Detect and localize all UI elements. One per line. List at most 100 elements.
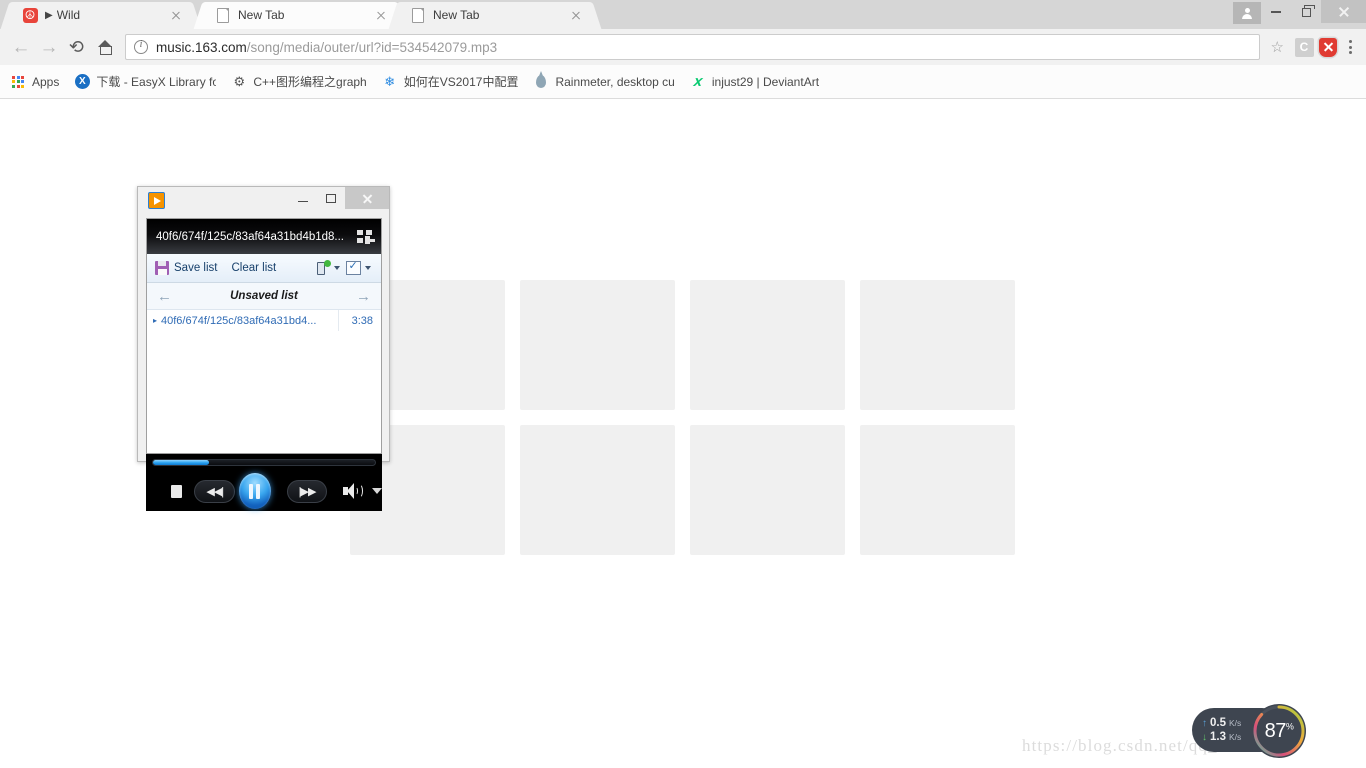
seek-bar[interactable] — [152, 459, 376, 466]
wmp-transport-controls: ◀◀| |▶▶ — [146, 454, 382, 511]
clear-list-button[interactable]: Clear list — [231, 262, 276, 274]
apps-grid-icon — [10, 74, 26, 90]
page-doc-icon — [410, 8, 426, 24]
window-close-button[interactable] — [1321, 0, 1366, 23]
tab-close-button[interactable] — [168, 8, 184, 24]
page-doc-icon — [215, 8, 231, 24]
upload-value: 0.5 — [1210, 717, 1226, 729]
forward-button[interactable]: → — [35, 33, 63, 61]
seek-bar-fill — [153, 460, 209, 465]
row-duration: 3:38 — [351, 314, 373, 327]
floppy-save-icon[interactable] — [155, 261, 169, 275]
tab-title: Wild — [56, 8, 81, 22]
download-arrow-icon: ↓ — [1202, 732, 1207, 743]
list-options-caret-icon[interactable] — [365, 266, 371, 270]
wmp-window-controls — [289, 187, 389, 209]
burn-options-icon[interactable] — [316, 259, 331, 276]
tab-title: New Tab — [433, 8, 480, 22]
back-button[interactable]: ← — [7, 33, 35, 61]
save-list-button[interactable]: Save list — [174, 262, 217, 274]
csdn-icon: ⚙ — [233, 73, 246, 89]
bookmark-deviantart[interactable]: x injust29 | DeviantArt — [690, 70, 827, 94]
wmp-close-button[interactable] — [345, 187, 389, 209]
bookmark-star-icon[interactable]: ☆ — [1265, 38, 1290, 56]
next-track-button[interactable]: |▶▶ — [286, 479, 328, 503]
previous-list-arrow-icon[interactable]: ← — [157, 289, 172, 304]
forward-arrow-icon: → — [39, 36, 59, 58]
placeholder-tile — [690, 425, 845, 555]
extension-c-icon[interactable]: C — [1294, 37, 1314, 57]
playlist-row[interactable]: ▸ 40f6/674f/125c/83af64a31bd4... 3:38 — [147, 310, 381, 331]
browser-tab-1[interactable]: New Tab — [205, 2, 395, 29]
bookmark-label: Apps — [32, 74, 60, 89]
info-circle-icon[interactable] — [134, 39, 148, 54]
upload-arrow-icon: ↑ — [1202, 718, 1207, 729]
playlist-name: Unsaved list — [230, 290, 298, 302]
screen-root: ▶ Wild New Tab New Tab — [0, 0, 1366, 768]
bookmark-rainmeter[interactable]: Rainmeter, desktop cu — [533, 70, 682, 94]
list-options-icon[interactable] — [346, 259, 361, 275]
row-title: 40f6/674f/125c/83af64a31bd4... — [161, 314, 317, 327]
bookmarks-bar: Apps X 下载 - EasyX Library fo ⚙ C++图形编程之g… — [0, 65, 1366, 99]
wmp-playlist: ▸ 40f6/674f/125c/83af64a31bd4... 3:38 — [147, 310, 381, 398]
window-minimize-button[interactable] — [1261, 0, 1291, 24]
reload-button[interactable]: ⟳ — [63, 33, 91, 61]
windows-media-player-window[interactable]: 40f6/674f/125c/83af64a31bd4b1d8... Save … — [137, 186, 390, 511]
window-maximize-button[interactable] — [1291, 0, 1321, 24]
bookmark-easyx[interactable]: X 下载 - EasyX Library fo — [74, 70, 224, 94]
rainmeter-drop-icon — [533, 71, 549, 90]
stop-button[interactable] — [171, 484, 183, 498]
browser-toolbar: ← → ⟳ music.163.com/song/media/outer/url… — [0, 29, 1366, 65]
download-unit: K/s — [1229, 732, 1242, 742]
profile-avatar-button[interactable] — [1233, 2, 1261, 24]
placeholder-tile — [690, 280, 845, 410]
placeholder-tile — [860, 280, 1015, 410]
url-host: music.163.com — [156, 39, 247, 55]
browser-tab-0[interactable]: ▶ Wild — [12, 2, 190, 29]
maximize-icon — [326, 193, 336, 203]
volume-caret-icon[interactable] — [371, 488, 382, 494]
deviantart-icon: x — [692, 73, 704, 90]
placeholder-tile-grid — [350, 280, 1015, 555]
next-list-arrow-icon[interactable]: → — [356, 289, 371, 304]
bookmark-label: 下载 - EasyX Library fo — [96, 75, 217, 89]
placeholder-tile — [520, 280, 675, 410]
cpu-usage-widget[interactable]: 87% — [1252, 704, 1306, 758]
tab-close-button[interactable] — [568, 8, 584, 24]
wmp-maximize-button[interactable] — [317, 187, 345, 209]
cpu-usage-value: 87 — [1264, 720, 1287, 742]
close-icon — [362, 193, 373, 204]
address-bar[interactable]: music.163.com/song/media/outer/url?id=53… — [125, 34, 1260, 60]
home-button[interactable] — [91, 33, 119, 61]
adblock-shield-icon[interactable] — [1318, 37, 1338, 57]
profile-avatar-icon — [1242, 7, 1253, 19]
wmp-minimize-button[interactable] — [289, 187, 317, 209]
previous-track-button[interactable]: ◀◀| — [194, 479, 236, 503]
back-arrow-icon: ← — [11, 36, 31, 58]
switch-to-library-icon[interactable] — [357, 229, 375, 244]
burn-caret-icon[interactable] — [334, 266, 340, 270]
wmp-list-header: ← Unsaved list → — [147, 283, 381, 310]
netease-163-icon — [22, 7, 38, 24]
wmp-title-bar[interactable] — [138, 187, 389, 215]
minimize-icon — [298, 200, 308, 203]
maximize-icon — [1301, 4, 1315, 17]
bookmark-csdn[interactable]: ⚙ C++图形编程之graph — [231, 70, 374, 94]
volume-icon[interactable] — [343, 483, 364, 499]
wmp-toolbar-right — [316, 259, 375, 276]
url-path: /song/media/outer/url?id=534542079.mp3 — [246, 39, 498, 55]
wmp-playlist-toolbar: Save list Clear list — [147, 254, 381, 283]
browser-tab-2[interactable]: New Tab — [400, 2, 590, 29]
window-controls — [1233, 0, 1366, 29]
upload-unit: K/s — [1229, 718, 1242, 728]
three-dot-menu-icon[interactable] — [1341, 37, 1359, 57]
bookmark-label: 如何在VS2017中配置 — [403, 75, 519, 89]
bookmark-apps[interactable]: Apps — [10, 70, 67, 94]
row-playing-marker-icon: ▸ — [153, 316, 158, 325]
bookmark-baidu[interactable]: ❄ 如何在VS2017中配置 — [382, 70, 527, 94]
pause-button[interactable] — [239, 473, 271, 509]
bookmark-label: injust29 | DeviantArt — [711, 74, 820, 89]
transport-button-row: ◀◀| |▶▶ — [146, 472, 382, 510]
tab-close-button[interactable] — [373, 8, 389, 24]
cpu-usage-text: 87% — [1265, 721, 1294, 741]
